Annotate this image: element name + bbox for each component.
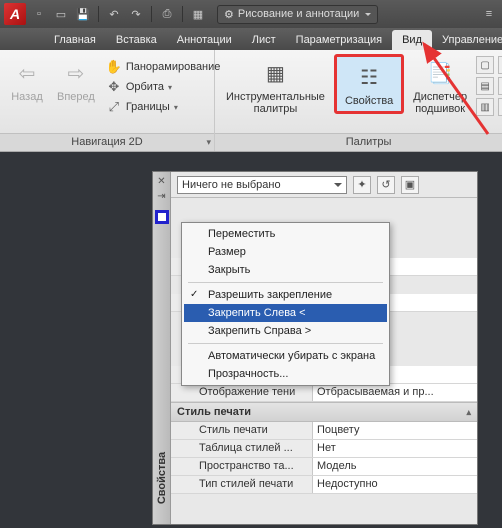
ctx-autohide[interactable]: Автоматически убирать с экрана xyxy=(184,347,387,365)
ctx-size[interactable]: Размер xyxy=(184,243,387,261)
tab-param[interactable]: Параметризация xyxy=(286,30,392,50)
tab-sheet[interactable]: Лист xyxy=(242,30,286,50)
ctx-close[interactable]: Закрыть xyxy=(184,261,387,279)
qat-app-icon[interactable]: ▦ xyxy=(189,5,207,23)
extents-label: Границы xyxy=(126,101,170,113)
qat-open-icon[interactable]: ▭ xyxy=(52,5,70,23)
palette-icon-4[interactable]: ▦ xyxy=(498,56,502,74)
qat-menu-icon[interactable]: ≡ xyxy=(480,5,498,23)
pan-label: Панорамирование xyxy=(126,61,221,73)
title-bar: A ▫ ▭ 💾 ↶ ↷ ⎙ ▦ ⚙ Рисование и аннотации … xyxy=(0,0,502,28)
palette-icon-5[interactable]: ▧ xyxy=(498,77,502,95)
orbit-icon: ✥ xyxy=(106,79,122,95)
sheet-set-label: Диспетчер подшивок xyxy=(413,91,467,115)
palette-small-icons-2: ▦ ▧ ▨ xyxy=(498,54,502,116)
ctx-separator xyxy=(188,343,383,344)
tab-insert[interactable]: Вставка xyxy=(106,30,167,50)
nav-fwd-label: Вперед xyxy=(57,91,95,103)
workspace-selector[interactable]: ⚙ Рисование и аннотации xyxy=(217,5,378,24)
palette-title: Свойства xyxy=(156,452,168,504)
tool-palettes-icon: ▦ xyxy=(259,57,291,89)
ctx-transparency[interactable]: Прозрачность... xyxy=(184,365,387,383)
properties-button[interactable]: ☷ Свойства xyxy=(334,54,404,114)
gear-icon: ⚙ xyxy=(224,8,234,21)
panel-expand-icon[interactable]: ▾ xyxy=(206,137,211,148)
ctx-allow-docking[interactable]: ✓Разрешить закрепление xyxy=(184,286,387,304)
collapse-icon: ▴ xyxy=(466,407,471,418)
close-icon[interactable]: ✕ xyxy=(157,176,165,187)
properties-icon: ☷ xyxy=(353,61,385,93)
qat-save-icon[interactable]: 💾 xyxy=(74,5,92,23)
qat-separator xyxy=(182,6,183,22)
prop-row-ptable[interactable]: Таблица стилей ...Нет xyxy=(171,440,477,458)
tab-view[interactable]: Вид xyxy=(392,30,432,50)
qat-undo-icon[interactable]: ↶ xyxy=(105,5,123,23)
nav-fwd-button: ⇨ Вперед xyxy=(52,54,100,106)
qat-redo-icon[interactable]: ↷ xyxy=(127,5,145,23)
palette-icon-3[interactable]: ▥ xyxy=(476,98,494,116)
check-icon: ✓ xyxy=(190,289,198,300)
ribbon: ⇦ Назад ⇨ Вперед ✋ Панорамирование ✥ Орб… xyxy=(0,50,502,152)
panel-nav-title: Навигация 2D▾ xyxy=(0,133,214,151)
selection-combo[interactable]: Ничего не выбрано xyxy=(177,176,347,194)
category-plot-style[interactable]: Стиль печати▴ xyxy=(171,402,477,422)
hand-icon: ✋ xyxy=(106,59,122,75)
ctx-dock-left[interactable]: Закрепить Слева < xyxy=(184,304,387,322)
sheet-set-icon: 📑 xyxy=(424,57,456,89)
panel-nav2d: ⇦ Назад ⇨ Вперед ✋ Панорамирование ✥ Орб… xyxy=(0,50,215,151)
workspace-label: Рисование и аннотации xyxy=(238,8,359,20)
orbit-button[interactable]: ✥ Орбита ▾ xyxy=(104,78,223,96)
nav-back-button: ⇦ Назад xyxy=(6,54,48,106)
quick-select-icon[interactable]: ✦ xyxy=(353,176,371,194)
tool-palettes-label: Инструментальные палитры xyxy=(226,91,325,115)
tab-annotate[interactable]: Аннотации xyxy=(167,30,242,50)
select-objects-icon[interactable]: ↺ xyxy=(377,176,395,194)
arrow-left-icon: ⇦ xyxy=(11,57,43,89)
palette-header: Ничего не выбрано ✦ ↺ ▣ xyxy=(171,172,477,198)
palette-menu-button[interactable] xyxy=(155,210,169,224)
orbit-label: Орбита xyxy=(126,81,164,93)
palette-grip[interactable]: ✕ ⇥ Свойства xyxy=(153,172,171,524)
ribbon-tabstrip: Главная Вставка Аннотации Лист Параметри… xyxy=(0,28,502,50)
ctx-dock-right[interactable]: Закрепить Справа > xyxy=(184,322,387,340)
app-logo[interactable]: A xyxy=(4,3,26,25)
qat-new-icon[interactable]: ▫ xyxy=(30,5,48,23)
extents-button[interactable]: ⤢ Границы ▾ xyxy=(104,98,223,116)
prop-row-pspace[interactable]: Пространство та...Модель xyxy=(171,458,477,476)
prop-row-ptype[interactable]: Тип стилей печатиНедоступно xyxy=(171,476,477,494)
palette-icon-6[interactable]: ▨ xyxy=(498,98,502,116)
panel-palettes: ▦ Инструментальные палитры ☷ Свойства 📑 … xyxy=(215,50,502,151)
panel-palettes-title: Палитры▾ xyxy=(215,133,502,151)
palette-icon-2[interactable]: ▤ xyxy=(476,77,494,95)
palette-icon-1[interactable]: ▢ xyxy=(476,56,494,74)
tab-manage[interactable]: Управление xyxy=(432,30,502,50)
chevron-down-icon: ▾ xyxy=(174,103,178,112)
extents-icon: ⤢ xyxy=(106,99,122,115)
tool-palettes-button[interactable]: ▦ Инструментальные палитры xyxy=(221,54,330,118)
sheet-set-button[interactable]: 📑 Диспетчер подшивок xyxy=(408,54,472,118)
palette-small-icons: ▢ ▤ ▥ xyxy=(476,54,494,116)
pan-button[interactable]: ✋ Панорамирование xyxy=(104,58,223,76)
toggle-pick-icon[interactable]: ▣ xyxy=(401,176,419,194)
properties-label: Свойства xyxy=(345,95,393,107)
qat-separator xyxy=(151,6,152,22)
nav-back-label: Назад xyxy=(11,91,43,103)
context-menu: Переместить Размер Закрыть ✓Разрешить за… xyxy=(181,222,390,386)
qat-print-icon[interactable]: ⎙ xyxy=(158,5,176,23)
ctx-move[interactable]: Переместить xyxy=(184,225,387,243)
tab-home[interactable]: Главная xyxy=(44,30,106,50)
ctx-separator xyxy=(188,282,383,283)
prop-row-shadow[interactable]: Отображение тениОтбрасываемая и пр... xyxy=(171,384,477,402)
chevron-down-icon: ▾ xyxy=(168,83,172,92)
autohide-icon[interactable]: ⇥ xyxy=(157,191,165,202)
arrow-right-icon: ⇨ xyxy=(60,57,92,89)
qat-separator xyxy=(98,6,99,22)
prop-row-pstyle[interactable]: Стиль печатиПоцвету xyxy=(171,422,477,440)
